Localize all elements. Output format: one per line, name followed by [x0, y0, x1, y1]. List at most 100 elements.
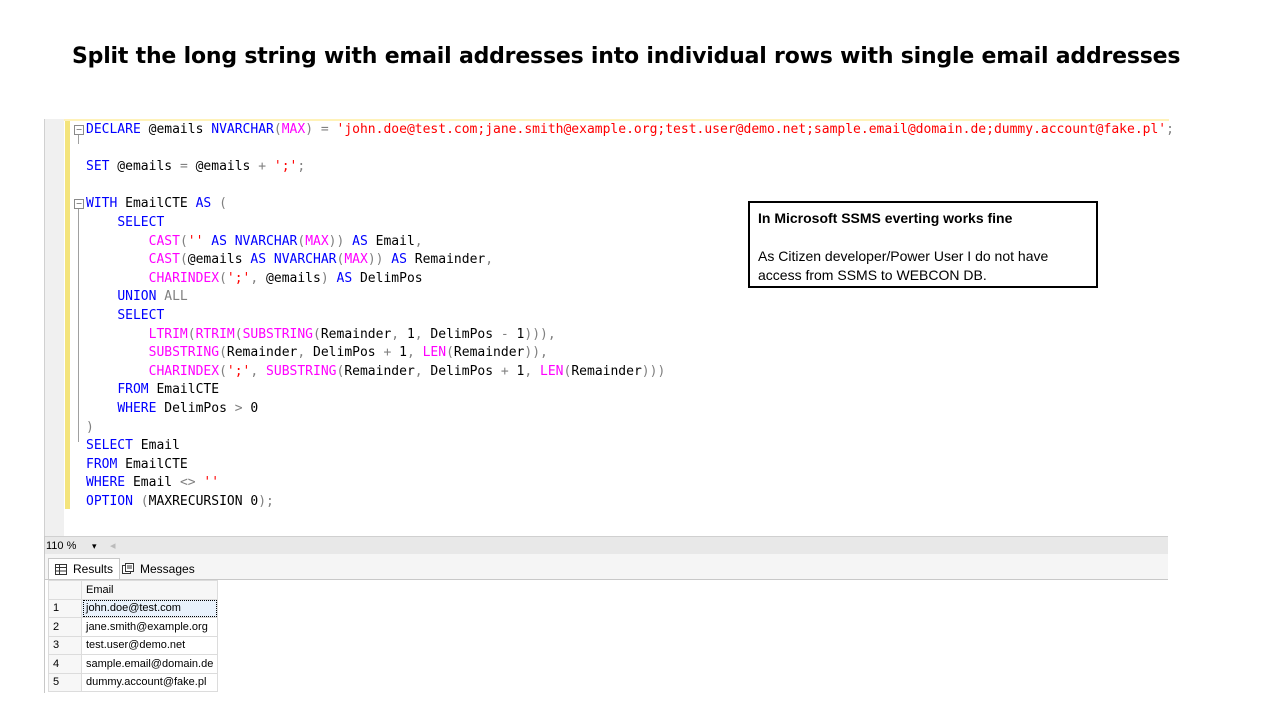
table-row[interactable]: 5 dummy.account@fake.pl	[48, 672, 219, 692]
row-number[interactable]: 2	[48, 617, 82, 637]
code-line[interactable]: )	[74, 419, 1169, 438]
code-line[interactable]: − DECLARE @emails NVARCHAR(MAX) = 'john.d…	[74, 121, 1174, 140]
code-token: ALL	[164, 289, 188, 305]
code-line[interactable]: LTRIM(RTRIM(SUBSTRING(Remainder, 1, Deli…	[74, 326, 1169, 345]
code-token: 0	[242, 400, 259, 416]
code-token: SELECT	[86, 438, 133, 454]
code-line[interactable]: OPTION (MAXRECURSION 0);	[74, 493, 1169, 512]
grid-corner[interactable]	[48, 580, 82, 600]
code-token: @emails	[109, 159, 180, 175]
code-token: Remainder	[226, 345, 298, 361]
fold-guide-line	[78, 209, 79, 442]
code-line[interactable]	[74, 140, 1169, 159]
code-token: (	[140, 493, 149, 509]
code-line[interactable]: WHERE DelimPos > 0	[74, 400, 1169, 419]
code-token: =	[320, 122, 329, 137]
code-token: SUBSTRING	[266, 363, 337, 379]
row-number[interactable]: 4	[48, 654, 82, 674]
code-token: NVARCHAR	[273, 252, 337, 268]
messages-icon	[122, 563, 134, 574]
code-token: UNION	[117, 289, 157, 305]
code-token: DelimPos	[422, 363, 501, 379]
table-row[interactable]: 2 jane.smith@example.org	[48, 617, 219, 637]
code-line[interactable]: CHARINDEX(';', SUBSTRING(Remainder, Deli…	[74, 363, 1169, 382]
email-cell[interactable]: dummy.account@fake.pl	[80, 672, 219, 692]
code-line[interactable]: FROM EmailCTE	[74, 456, 1169, 475]
code-token: DelimPos	[305, 345, 384, 361]
code-token: EmailCTE	[117, 196, 196, 212]
code-token: 1	[508, 363, 525, 379]
code-token: ))),	[524, 326, 556, 342]
code-token: Email	[132, 438, 180, 454]
code-token: CHARINDEX	[148, 270, 220, 286]
code-line[interactable]	[74, 177, 1169, 196]
code-token: SUBSTRING	[148, 345, 220, 361]
scroll-left-icon[interactable]: ◂	[110, 537, 116, 555]
code-token: Remainder	[453, 345, 525, 361]
code-area[interactable]: − DECLARE @emails NVARCHAR(MAX) = 'john.d…	[74, 121, 1174, 512]
tab-results[interactable]: Results	[48, 558, 121, 579]
code-token: CAST	[148, 233, 180, 249]
column-header-email[interactable]: Email	[80, 580, 219, 600]
note-heading: In Microsoft SSMS everting works fine	[758, 210, 1013, 226]
code-token: ,	[414, 233, 423, 249]
email-cell[interactable]: jane.smith@example.org	[80, 617, 219, 637]
zoom-level-dropdown[interactable]: 110 %	[46, 537, 76, 555]
code-line[interactable]: UNION ALL	[74, 288, 1169, 307]
code-token: EmailCTE	[148, 382, 220, 398]
code-line[interactable]: WHERE Email <> ''	[74, 474, 1169, 493]
code-token: (	[234, 326, 243, 342]
collapse-icon[interactable]: −	[74, 199, 84, 210]
code-token: ,	[485, 252, 494, 268]
row-number[interactable]: 5	[48, 672, 82, 692]
query-editor[interactable]: − DECLARE @emails NVARCHAR(MAX) = 'john.d…	[44, 119, 1174, 536]
code-token: ';'	[273, 159, 298, 175]
code-token: LEN	[422, 345, 447, 361]
code-token: )),	[524, 345, 548, 361]
table-row[interactable]: 3 test.user@demo.net	[48, 635, 219, 655]
code-token: SUBSTRING	[242, 326, 314, 342]
code-token: AS	[352, 233, 368, 249]
collapse-icon[interactable]: −	[74, 125, 84, 135]
table-row[interactable]: 1 john.doe@test.com	[48, 598, 219, 618]
code-token: Remainder	[344, 363, 415, 379]
tab-messages-label: Messages	[140, 561, 195, 576]
row-number[interactable]: 3	[48, 635, 82, 655]
code-line[interactable]: SELECT	[74, 307, 1169, 326]
code-line[interactable]: FROM EmailCTE	[74, 381, 1169, 400]
chevron-down-icon[interactable]: ▾	[92, 537, 97, 555]
code-token: (	[219, 345, 227, 361]
code-token: (	[219, 363, 227, 379]
code-token: FROM	[117, 382, 149, 398]
email-cell[interactable]: test.user@demo.net	[80, 635, 219, 655]
code-token: ;	[1166, 122, 1174, 137]
results-grid: Email 1 john.doe@test.com 2 jane.smith@e…	[48, 580, 219, 692]
email-cell[interactable]: john.doe@test.com	[80, 598, 219, 618]
code-token: 1	[399, 326, 415, 342]
code-line[interactable]: SELECT Email	[74, 437, 1169, 456]
code-token: WHERE	[117, 400, 157, 416]
code-token: ,	[414, 363, 423, 379]
code-token: @emails	[140, 122, 212, 137]
code-token: ''	[187, 233, 204, 249]
code-token: MAX	[281, 122, 306, 137]
code-token: Email	[125, 475, 180, 491]
row-number[interactable]: 1	[48, 598, 82, 618]
code-line[interactable]: SUBSTRING(Remainder, DelimPos + 1, LEN(R…	[74, 344, 1169, 363]
tab-messages[interactable]: Messages	[116, 558, 201, 579]
table-row[interactable]: 4 sample.email@domain.de	[48, 654, 219, 674]
email-cell[interactable]: sample.email@domain.de	[80, 654, 219, 674]
code-token: NVARCHAR	[234, 233, 298, 249]
code-line[interactable]: SET @emails = @emails + ';';	[74, 158, 1169, 177]
